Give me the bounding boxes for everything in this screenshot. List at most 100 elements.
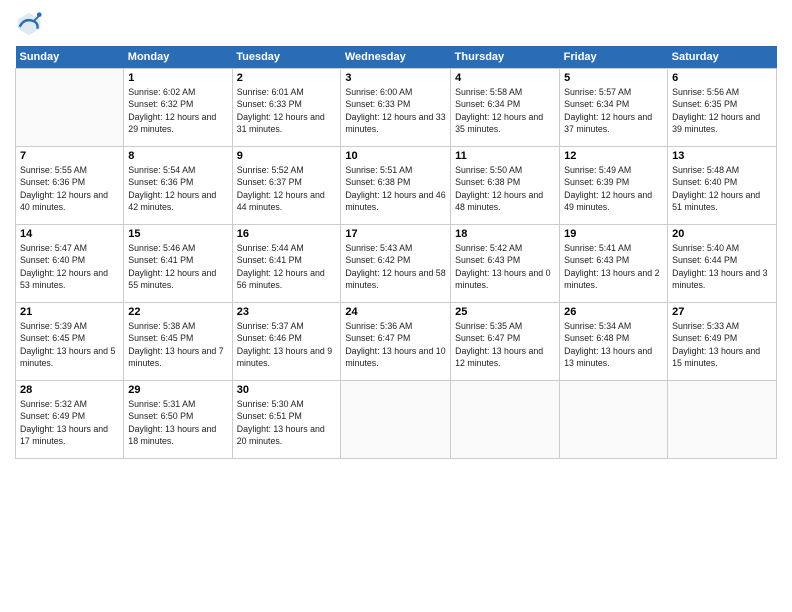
day-info: Sunrise: 5:37 AMSunset: 6:46 PMDaylight:… bbox=[237, 320, 337, 369]
day-info: Sunrise: 6:01 AMSunset: 6:33 PMDaylight:… bbox=[237, 86, 337, 135]
day-number: 19 bbox=[564, 228, 663, 240]
day-number: 27 bbox=[672, 306, 772, 318]
calendar-body: 1 Sunrise: 6:02 AMSunset: 6:32 PMDaylight… bbox=[16, 69, 777, 459]
day-info: Sunrise: 6:00 AMSunset: 6:33 PMDaylight:… bbox=[345, 86, 446, 135]
day-info: Sunrise: 5:38 AMSunset: 6:45 PMDaylight:… bbox=[128, 320, 227, 369]
day-info: Sunrise: 5:40 AMSunset: 6:44 PMDaylight:… bbox=[672, 242, 772, 291]
day-number: 10 bbox=[345, 150, 446, 162]
day-number: 28 bbox=[20, 384, 119, 396]
week-row-1: 7 Sunrise: 5:55 AMSunset: 6:36 PMDaylight… bbox=[16, 147, 777, 225]
day-number: 9 bbox=[237, 150, 337, 162]
calendar-cell: 26 Sunrise: 5:34 AMSunset: 6:48 PMDayligh… bbox=[560, 303, 668, 381]
day-number: 5 bbox=[564, 72, 663, 84]
day-header-friday: Friday bbox=[560, 46, 668, 69]
day-info: Sunrise: 5:55 AMSunset: 6:36 PMDaylight:… bbox=[20, 164, 119, 213]
calendar-header: SundayMondayTuesdayWednesdayThursdayFrid… bbox=[16, 46, 777, 69]
week-row-0: 1 Sunrise: 6:02 AMSunset: 6:32 PMDaylight… bbox=[16, 69, 777, 147]
calendar-cell: 16 Sunrise: 5:44 AMSunset: 6:41 PMDayligh… bbox=[232, 225, 341, 303]
day-info: Sunrise: 5:44 AMSunset: 6:41 PMDaylight:… bbox=[237, 242, 337, 291]
calendar-cell bbox=[16, 69, 124, 147]
calendar-cell: 19 Sunrise: 5:41 AMSunset: 6:43 PMDayligh… bbox=[560, 225, 668, 303]
day-number: 1 bbox=[128, 72, 227, 84]
day-header-monday: Monday bbox=[124, 46, 232, 69]
calendar-cell: 21 Sunrise: 5:39 AMSunset: 6:45 PMDayligh… bbox=[16, 303, 124, 381]
day-info: Sunrise: 5:30 AMSunset: 6:51 PMDaylight:… bbox=[237, 398, 337, 447]
day-number: 15 bbox=[128, 228, 227, 240]
day-number: 7 bbox=[20, 150, 119, 162]
day-info: Sunrise: 5:34 AMSunset: 6:48 PMDaylight:… bbox=[564, 320, 663, 369]
calendar-cell: 10 Sunrise: 5:51 AMSunset: 6:38 PMDayligh… bbox=[341, 147, 451, 225]
day-info: Sunrise: 5:51 AMSunset: 6:38 PMDaylight:… bbox=[345, 164, 446, 213]
day-number: 23 bbox=[237, 306, 337, 318]
day-info: Sunrise: 5:50 AMSunset: 6:38 PMDaylight:… bbox=[455, 164, 555, 213]
calendar-cell: 4Sunrise: 5:58 AMSunset: 6:34 PMDaylight… bbox=[451, 69, 560, 147]
day-info: Sunrise: 5:56 AMSunset: 6:35 PMDaylight:… bbox=[672, 86, 772, 135]
calendar-cell bbox=[668, 381, 777, 459]
calendar-cell: 7 Sunrise: 5:55 AMSunset: 6:36 PMDaylight… bbox=[16, 147, 124, 225]
day-number: 24 bbox=[345, 306, 446, 318]
day-info: Sunrise: 5:35 AMSunset: 6:47 PMDaylight:… bbox=[455, 320, 555, 369]
day-number: 6 bbox=[672, 72, 772, 84]
day-number: 20 bbox=[672, 228, 772, 240]
day-info: Sunrise: 5:33 AMSunset: 6:49 PMDaylight:… bbox=[672, 320, 772, 369]
day-number: 13 bbox=[672, 150, 772, 162]
day-number: 3 bbox=[345, 72, 446, 84]
week-row-4: 28 Sunrise: 5:32 AMSunset: 6:49 PMDayligh… bbox=[16, 381, 777, 459]
calendar-cell: 8 Sunrise: 5:54 AMSunset: 6:36 PMDaylight… bbox=[124, 147, 232, 225]
calendar-table: SundayMondayTuesdayWednesdayThursdayFrid… bbox=[15, 46, 777, 459]
day-number: 2 bbox=[237, 72, 337, 84]
logo-icon bbox=[15, 10, 43, 38]
calendar-cell: 28 Sunrise: 5:32 AMSunset: 6:49 PMDayligh… bbox=[16, 381, 124, 459]
header bbox=[15, 10, 777, 38]
day-number: 18 bbox=[455, 228, 555, 240]
calendar-cell: 2 Sunrise: 6:01 AMSunset: 6:33 PMDaylight… bbox=[232, 69, 341, 147]
day-info: Sunrise: 5:49 AMSunset: 6:39 PMDaylight:… bbox=[564, 164, 663, 213]
day-number: 26 bbox=[564, 306, 663, 318]
calendar-cell: 29Sunrise: 5:31 AMSunset: 6:50 PMDayligh… bbox=[124, 381, 232, 459]
day-number: 30 bbox=[237, 384, 337, 396]
day-number: 14 bbox=[20, 228, 119, 240]
day-header-sunday: Sunday bbox=[16, 46, 124, 69]
day-number: 4 bbox=[455, 72, 555, 84]
week-row-2: 14Sunrise: 5:47 AMSunset: 6:40 PMDayligh… bbox=[16, 225, 777, 303]
day-number: 12 bbox=[564, 150, 663, 162]
day-info: Sunrise: 5:43 AMSunset: 6:42 PMDaylight:… bbox=[345, 242, 446, 291]
day-number: 17 bbox=[345, 228, 446, 240]
day-info: Sunrise: 5:52 AMSunset: 6:37 PMDaylight:… bbox=[237, 164, 337, 213]
day-header-saturday: Saturday bbox=[668, 46, 777, 69]
calendar-cell: 25 Sunrise: 5:35 AMSunset: 6:47 PMDayligh… bbox=[451, 303, 560, 381]
calendar-cell: 20 Sunrise: 5:40 AMSunset: 6:44 PMDayligh… bbox=[668, 225, 777, 303]
day-info: Sunrise: 6:02 AMSunset: 6:32 PMDaylight:… bbox=[128, 86, 227, 135]
calendar-cell: 22 Sunrise: 5:38 AMSunset: 6:45 PMDayligh… bbox=[124, 303, 232, 381]
day-header-wednesday: Wednesday bbox=[341, 46, 451, 69]
calendar-cell: 3 Sunrise: 6:00 AMSunset: 6:33 PMDaylight… bbox=[341, 69, 451, 147]
calendar-cell: 13Sunrise: 5:48 AMSunset: 6:40 PMDayligh… bbox=[668, 147, 777, 225]
day-number: 16 bbox=[237, 228, 337, 240]
day-number: 22 bbox=[128, 306, 227, 318]
day-info: Sunrise: 5:32 AMSunset: 6:49 PMDaylight:… bbox=[20, 398, 119, 447]
day-header-tuesday: Tuesday bbox=[232, 46, 341, 69]
calendar-cell: 23 Sunrise: 5:37 AMSunset: 6:46 PMDayligh… bbox=[232, 303, 341, 381]
calendar-cell: 11 Sunrise: 5:50 AMSunset: 6:38 PMDayligh… bbox=[451, 147, 560, 225]
page-container: SundayMondayTuesdayWednesdayThursdayFrid… bbox=[0, 0, 792, 469]
day-info: Sunrise: 5:54 AMSunset: 6:36 PMDaylight:… bbox=[128, 164, 227, 213]
day-info: Sunrise: 5:39 AMSunset: 6:45 PMDaylight:… bbox=[20, 320, 119, 369]
calendar-cell: 1 Sunrise: 6:02 AMSunset: 6:32 PMDaylight… bbox=[124, 69, 232, 147]
day-number: 25 bbox=[455, 306, 555, 318]
week-row-3: 21 Sunrise: 5:39 AMSunset: 6:45 PMDayligh… bbox=[16, 303, 777, 381]
calendar-cell bbox=[560, 381, 668, 459]
calendar-cell: 5Sunrise: 5:57 AMSunset: 6:34 PMDaylight… bbox=[560, 69, 668, 147]
header-row: SundayMondayTuesdayWednesdayThursdayFrid… bbox=[16, 46, 777, 69]
calendar-cell bbox=[451, 381, 560, 459]
day-info: Sunrise: 5:41 AMSunset: 6:43 PMDaylight:… bbox=[564, 242, 663, 291]
day-number: 21 bbox=[20, 306, 119, 318]
day-number: 11 bbox=[455, 150, 555, 162]
calendar-cell: 14Sunrise: 5:47 AMSunset: 6:40 PMDayligh… bbox=[16, 225, 124, 303]
calendar-cell: 17 Sunrise: 5:43 AMSunset: 6:42 PMDayligh… bbox=[341, 225, 451, 303]
day-header-thursday: Thursday bbox=[451, 46, 560, 69]
logo bbox=[15, 10, 47, 38]
day-number: 8 bbox=[128, 150, 227, 162]
calendar-cell: 27 Sunrise: 5:33 AMSunset: 6:49 PMDayligh… bbox=[668, 303, 777, 381]
calendar-cell: 15Sunrise: 5:46 AMSunset: 6:41 PMDayligh… bbox=[124, 225, 232, 303]
calendar-cell: 6 Sunrise: 5:56 AMSunset: 6:35 PMDaylight… bbox=[668, 69, 777, 147]
